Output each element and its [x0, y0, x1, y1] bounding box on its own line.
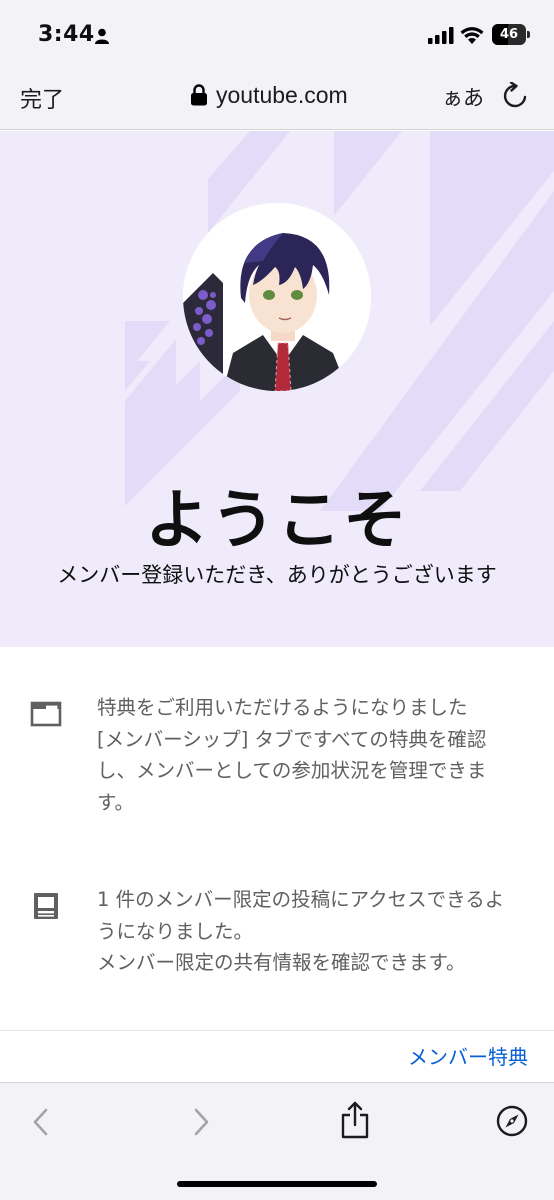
wifi-icon [460, 27, 484, 44]
battery-cap [527, 31, 530, 38]
benefit-line: し、メンバーとしての参加状況を管理できま [97, 759, 487, 782]
home-indicator [177, 1181, 377, 1187]
person-icon [95, 28, 109, 44]
browser-top-bar: 完了 youtube.com ぁあ [0, 66, 554, 130]
benefit-line: メンバー限定の共有情報を確認できます。 [97, 951, 466, 974]
battery-icon: 46 [492, 24, 526, 45]
done-button[interactable]: 完了 [20, 82, 64, 114]
share-icon[interactable] [340, 1101, 370, 1139]
text-size-button[interactable]: ぁあ [442, 82, 484, 112]
benefit-line: 1 件のメンバー限定の投稿にアクセスできるよ [97, 888, 505, 911]
channel-avatar [183, 203, 371, 391]
benefit-line: す。 [97, 790, 135, 814]
signal-icon [428, 27, 454, 44]
post-icon [34, 893, 58, 919]
welcome-hero: ようこそ メンバー登録いただき、ありがとうございます [0, 131, 554, 647]
welcome-title: ようこそ [145, 484, 409, 558]
compass-icon[interactable] [496, 1105, 528, 1137]
divider [0, 1030, 554, 1031]
benefit-description: 1 件のメンバー限定の投稿にアクセスできるよ うになりました。 メンバー限定の共… [97, 884, 517, 979]
benefit-line: [メンバーシップ] タブですべての特典を確認 [97, 727, 487, 751]
forward-icon[interactable] [190, 1107, 212, 1137]
status-bar: 3:44 46 [0, 0, 554, 66]
benefit-line: うになりました。 [97, 919, 254, 943]
address-bar[interactable]: youtube.com [190, 80, 348, 110]
welcome-subtitle: メンバー登録いただき、ありがとうございます [57, 563, 497, 587]
benefit-description: 特典をご利用いただけるようになりました [メンバーシップ] タブですべての特典を… [97, 692, 517, 818]
benefit-line: 特典をご利用いただけるようになりました [97, 696, 468, 719]
battery-percent: 46 [499, 27, 519, 42]
browser-toolbar [0, 1082, 554, 1200]
status-time: 3:44 [38, 22, 95, 47]
member-benefits-link[interactable]: メンバー特典 [408, 1041, 528, 1070]
url-text: youtube.com [216, 81, 348, 108]
avatar-illustration [183, 203, 371, 391]
reload-icon[interactable] [502, 82, 528, 110]
lock-icon [191, 84, 207, 106]
back-icon[interactable] [30, 1107, 52, 1137]
window-icon [30, 701, 62, 727]
